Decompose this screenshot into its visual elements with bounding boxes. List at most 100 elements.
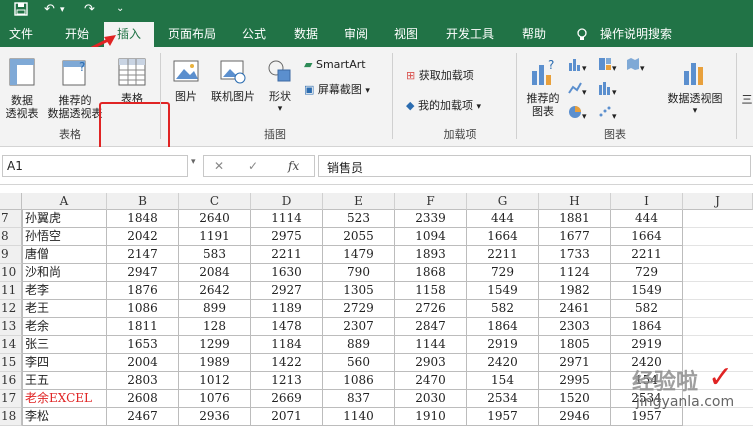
value-cell[interactable]: 2803 (107, 372, 179, 390)
get-addins-button[interactable]: ⊞ 获取加载项 (406, 67, 474, 83)
online-pictures-button[interactable]: 联机图片 (206, 57, 260, 103)
empty-cell[interactable] (683, 282, 753, 300)
value-cell[interactable]: 1189 (251, 300, 323, 318)
row-header[interactable]: 16 (0, 372, 22, 390)
row-header[interactable]: 15 (0, 354, 22, 372)
name-cell[interactable]: 孙悟空 (22, 228, 107, 246)
row-header[interactable]: 18 (0, 408, 22, 426)
value-cell[interactable]: 2467 (107, 408, 179, 426)
value-cell[interactable]: 2971 (539, 354, 611, 372)
value-cell[interactable]: 1076 (179, 390, 251, 408)
value-cell[interactable]: 1158 (395, 282, 467, 300)
value-cell[interactable]: 1677 (539, 228, 611, 246)
pie-chart-button[interactable]: ▾ (568, 105, 587, 122)
table-button[interactable]: 表格 (108, 57, 156, 105)
column-header[interactable]: J (683, 193, 753, 210)
row-header[interactable]: 17 (0, 390, 22, 408)
name-cell[interactable]: 李四 (22, 354, 107, 372)
value-cell[interactable]: 2004 (107, 354, 179, 372)
column-header[interactable]: C (179, 193, 251, 210)
column-chart-button[interactable]: ▾ (568, 57, 587, 74)
tab-review[interactable]: 审阅 (334, 22, 378, 47)
column-header[interactable]: F (395, 193, 467, 210)
value-cell[interactable]: 128 (179, 318, 251, 336)
value-cell[interactable]: 2936 (179, 408, 251, 426)
value-cell[interactable]: 1893 (395, 246, 467, 264)
value-cell[interactable]: 2534 (467, 390, 539, 408)
value-cell[interactable]: 2055 (323, 228, 395, 246)
scatter-chart-button[interactable]: ▾ (598, 105, 617, 122)
value-cell[interactable]: 523 (323, 210, 395, 228)
value-cell[interactable]: 2927 (251, 282, 323, 300)
value-cell[interactable]: 1086 (323, 372, 395, 390)
name-box[interactable]: A1 (2, 155, 188, 177)
value-cell[interactable]: 2946 (539, 408, 611, 426)
column-header[interactable]: H (539, 193, 611, 210)
column-header[interactable]: E (323, 193, 395, 210)
tell-me-search[interactable]: 操作说明搜索 (596, 22, 676, 47)
value-cell[interactable]: 1124 (539, 264, 611, 282)
value-cell[interactable]: 1012 (179, 372, 251, 390)
value-cell[interactable]: 2903 (395, 354, 467, 372)
name-cell[interactable]: 孙翼虎 (22, 210, 107, 228)
value-cell[interactable]: 899 (179, 300, 251, 318)
enter-icon[interactable]: ✓ (248, 159, 258, 173)
value-cell[interactable]: 1140 (323, 408, 395, 426)
value-cell[interactable]: 2211 (251, 246, 323, 264)
value-cell[interactable]: 1094 (395, 228, 467, 246)
insert-function-icon[interactable]: fx (288, 159, 299, 173)
value-cell[interactable]: 2919 (611, 336, 683, 354)
value-cell[interactable]: 2975 (251, 228, 323, 246)
value-cell[interactable]: 2947 (107, 264, 179, 282)
value-cell[interactable]: 2339 (395, 210, 467, 228)
row-header[interactable]: 14 (0, 336, 22, 354)
value-cell[interactable]: 560 (323, 354, 395, 372)
tab-view[interactable]: 视图 (384, 22, 428, 47)
value-cell[interactable]: 1520 (539, 390, 611, 408)
value-cell[interactable]: 1114 (251, 210, 323, 228)
value-cell[interactable]: 2642 (179, 282, 251, 300)
screenshot-button[interactable]: ▣ 屏幕截图 ▾ (304, 81, 370, 97)
name-cell[interactable]: 张三 (22, 336, 107, 354)
pivot-table-button[interactable]: 数据 透视表 (2, 57, 42, 120)
undo-dropdown-icon[interactable]: ▾ (60, 5, 65, 15)
value-cell[interactable]: 889 (323, 336, 395, 354)
value-cell[interactable]: 444 (467, 210, 539, 228)
value-cell[interactable]: 582 (467, 300, 539, 318)
column-header[interactable]: B (107, 193, 179, 210)
value-cell[interactable]: 1982 (539, 282, 611, 300)
name-cell[interactable]: 唐僧 (22, 246, 107, 264)
value-cell[interactable]: 2726 (395, 300, 467, 318)
map-chart-button[interactable]: ▾ (626, 57, 645, 74)
empty-cell[interactable] (683, 318, 753, 336)
value-cell[interactable]: 1664 (611, 228, 683, 246)
value-cell[interactable]: 2608 (107, 390, 179, 408)
name-cell[interactable]: 老余EXCEL (22, 390, 107, 408)
tab-formulas[interactable]: 公式 (232, 22, 276, 47)
tab-data[interactable]: 数据 (284, 22, 328, 47)
value-cell[interactable]: 1733 (539, 246, 611, 264)
value-cell[interactable]: 154 (467, 372, 539, 390)
column-header[interactable]: G (467, 193, 539, 210)
value-cell[interactable]: 1664 (467, 228, 539, 246)
value-cell[interactable]: 1191 (179, 228, 251, 246)
value-cell[interactable]: 2640 (179, 210, 251, 228)
value-cell[interactable]: 1881 (539, 210, 611, 228)
formula-input[interactable]: 销售员 (318, 155, 751, 177)
value-cell[interactable]: 1213 (251, 372, 323, 390)
tab-developer[interactable]: 开发工具 (436, 22, 504, 47)
value-cell[interactable]: 1305 (323, 282, 395, 300)
value-cell[interactable]: 444 (611, 210, 683, 228)
value-cell[interactable]: 1086 (107, 300, 179, 318)
row-header[interactable]: 11 (0, 282, 22, 300)
tab-page-layout[interactable]: 页面布局 (160, 22, 224, 47)
recommended-pivot-button[interactable]: ? 推荐的 数据透视表 (44, 57, 106, 120)
lightbulb-icon[interactable] (572, 22, 592, 47)
column-header[interactable]: A (22, 193, 107, 210)
row-header[interactable]: 9 (0, 246, 22, 264)
stat-chart-button[interactable]: ▾ (598, 81, 617, 98)
name-cell[interactable]: 老余 (22, 318, 107, 336)
value-cell[interactable]: 1876 (107, 282, 179, 300)
cancel-icon[interactable]: ✕ (214, 159, 224, 173)
value-cell[interactable]: 2919 (467, 336, 539, 354)
